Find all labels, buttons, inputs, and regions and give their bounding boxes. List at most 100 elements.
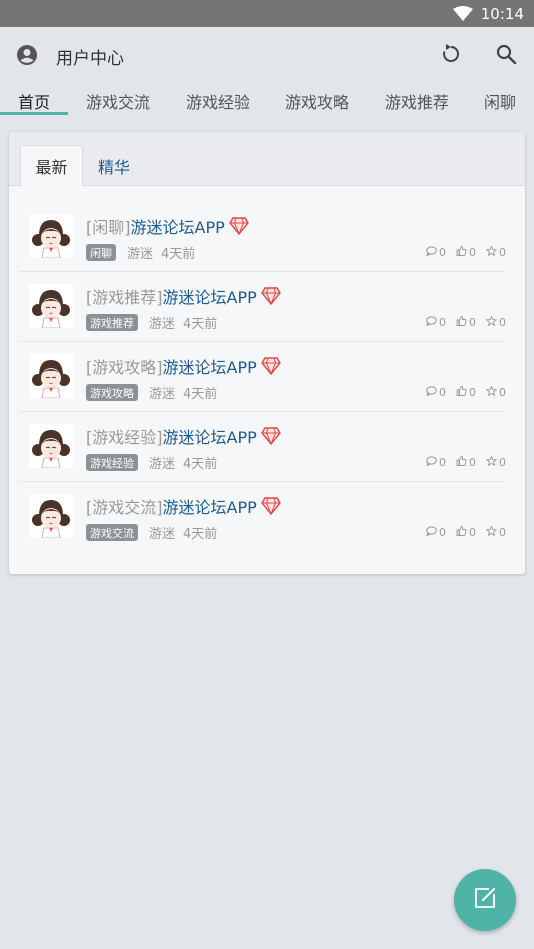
post-category: [游戏交流]	[86, 498, 163, 517]
like-count: 0	[456, 246, 476, 259]
post-title-text: 游迷论坛APP	[162, 288, 257, 307]
post-item[interactable]: [游戏交流] 游迷论坛APP 游戏交流 游迷 4天前 0 0 0	[19, 482, 506, 552]
account-circle-icon[interactable]	[16, 44, 38, 66]
tab-game-strategy[interactable]: 游戏攻略	[285, 89, 349, 113]
comment-count: 0	[426, 386, 446, 399]
post-category: [游戏攻略]	[86, 358, 163, 377]
post-item[interactable]: [游戏攻略] 游迷论坛APP 游戏攻略 游迷 4天前 0 0 0	[19, 342, 506, 412]
thumbs-up-icon	[456, 386, 467, 399]
comment-count-value: 0	[439, 386, 446, 399]
favorite-count: 0	[485, 455, 506, 469]
diamond-icon	[260, 427, 281, 445]
post-author: 游迷	[149, 317, 176, 332]
thumbs-up-icon	[456, 316, 467, 329]
active-tab-indicator	[0, 112, 68, 115]
favorite-count-value: 0	[499, 526, 506, 539]
avatar	[29, 494, 73, 539]
post-time: 4天前	[161, 247, 196, 262]
comment-count: 0	[426, 456, 446, 469]
post-time: 4天前	[183, 387, 218, 402]
comment-count: 0	[426, 316, 446, 329]
post-item[interactable]: [闲聊] 游迷论坛APP 闲聊 游迷 4天前 0 0 0	[19, 202, 506, 272]
category-badge: 游戏交流	[86, 524, 138, 541]
post-title[interactable]: [游戏推荐] 游迷论坛APP	[86, 284, 281, 308]
category-badge: 游戏经验	[86, 454, 138, 471]
like-count-value: 0	[469, 246, 476, 259]
favorite-count-value: 0	[499, 316, 506, 329]
post-stats: 0 0 0	[426, 315, 506, 329]
post-item[interactable]: [游戏经验] 游迷论坛APP 游戏经验 游迷 4天前 0 0 0	[19, 412, 506, 482]
post-stats: 0 0 0	[426, 385, 506, 399]
wifi-icon	[452, 5, 473, 22]
post-time: 4天前	[183, 317, 218, 332]
category-badge: 游戏推荐	[86, 314, 138, 331]
favorite-count: 0	[485, 315, 506, 329]
comment-icon	[426, 456, 437, 469]
favorite-count: 0	[485, 385, 506, 399]
compose-button[interactable]	[454, 869, 516, 931]
comment-icon	[426, 316, 437, 329]
star-icon	[485, 455, 498, 469]
tab-chat[interactable]: 闲聊	[484, 89, 516, 113]
post-title-text: 游迷论坛APP	[162, 498, 257, 517]
comment-icon	[426, 246, 437, 259]
search-icon[interactable]	[495, 43, 517, 65]
like-count-value: 0	[469, 456, 476, 469]
like-count: 0	[456, 526, 476, 539]
tab-game-experience[interactable]: 游戏经验	[186, 89, 250, 113]
comment-count: 0	[426, 246, 446, 259]
post-title-text: 游迷论坛APP	[162, 428, 257, 447]
favorite-count-value: 0	[499, 386, 506, 399]
tab-game-exchange[interactable]: 游戏交流	[86, 89, 150, 113]
post-stats: 0 0 0	[426, 455, 506, 469]
comment-count-value: 0	[439, 526, 446, 539]
diamond-icon	[260, 497, 281, 515]
post-author: 游迷	[149, 387, 176, 402]
post-title[interactable]: [游戏攻略] 游迷论坛APP	[86, 354, 281, 378]
post-time: 4天前	[183, 457, 218, 472]
like-count: 0	[456, 316, 476, 329]
post-author: 游迷	[149, 457, 176, 472]
favorite-count: 0	[485, 525, 506, 539]
like-count-value: 0	[469, 316, 476, 329]
category-badge: 游戏攻略	[86, 384, 138, 401]
post-stats: 0 0 0	[426, 525, 506, 539]
thumbs-up-icon	[456, 526, 467, 539]
post-time: 4天前	[183, 527, 218, 542]
post-author: 游迷	[127, 247, 154, 262]
thumbs-up-icon	[456, 456, 467, 469]
diamond-icon	[228, 217, 249, 235]
refresh-icon[interactable]	[440, 43, 462, 65]
diamond-icon	[260, 357, 281, 375]
comment-count-value: 0	[439, 456, 446, 469]
edit-icon	[471, 884, 499, 916]
post-stats: 0 0 0	[426, 245, 506, 259]
diamond-icon	[260, 287, 281, 305]
category-tabs: 首页 游戏交流 游戏经验 游戏攻略 游戏推荐 闲聊	[0, 83, 534, 117]
post-category: [游戏推荐]	[86, 288, 163, 307]
tab-game-recommend[interactable]: 游戏推荐	[385, 89, 449, 113]
like-count-value: 0	[469, 386, 476, 399]
comment-icon	[426, 526, 437, 539]
avatar	[29, 354, 73, 399]
post-list-card: 最新 精华 [闲聊] 游迷论坛APP 闲聊 游迷 4天前 0 0 0 [游戏推荐…	[9, 132, 525, 574]
post-category: [游戏经验]	[86, 428, 163, 447]
star-icon	[485, 245, 498, 259]
post-title[interactable]: [游戏经验] 游迷论坛APP	[86, 424, 281, 448]
post-title[interactable]: [游戏交流] 游迷论坛APP	[86, 494, 281, 518]
favorite-count-value: 0	[499, 246, 506, 259]
thumbs-up-icon	[456, 246, 467, 259]
avatar	[29, 424, 73, 469]
post-author: 游迷	[149, 527, 176, 542]
tab-home[interactable]: 首页	[18, 89, 50, 113]
avatar	[29, 214, 73, 259]
comment-count-value: 0	[439, 246, 446, 259]
subtab-featured[interactable]: 精华	[89, 145, 139, 186]
post-item[interactable]: [游戏推荐] 游迷论坛APP 游戏推荐 游迷 4天前 0 0 0	[19, 272, 506, 342]
like-count-value: 0	[469, 526, 476, 539]
post-title[interactable]: [闲聊] 游迷论坛APP	[86, 214, 249, 238]
like-count: 0	[456, 456, 476, 469]
subtab-latest[interactable]: 最新	[20, 145, 83, 186]
page-title: 用户中心	[56, 49, 124, 69]
status-bar: 10:14	[0, 0, 534, 27]
